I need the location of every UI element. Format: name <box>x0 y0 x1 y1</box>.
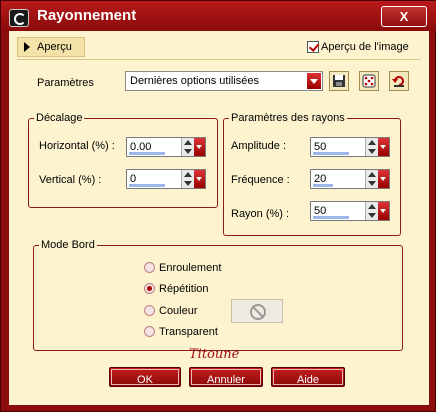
title-bar[interactable]: Rayonnement X <box>1 1 436 31</box>
edge-mode-group-title: Mode Bord <box>39 239 97 251</box>
radio-transparent[interactable] <box>144 326 155 337</box>
vertical-stepper[interactable] <box>181 170 194 188</box>
radio-color[interactable] <box>144 305 155 316</box>
ok-button[interactable]: OK <box>109 367 181 387</box>
radius-label: Rayon (%) : <box>231 208 290 220</box>
chevron-down-icon[interactable] <box>307 73 321 89</box>
vertical-label: Vertical (%) : <box>39 174 102 186</box>
horizontal-dropdown[interactable] <box>194 138 205 156</box>
radius-spinbox[interactable]: 50 <box>310 201 390 221</box>
vertical-spinbox[interactable]: 0 <box>126 169 206 189</box>
frequency-slider-bar <box>313 184 333 187</box>
cancel-button-label: Annuler <box>191 369 261 386</box>
radio-transparent-label[interactable]: Transparent <box>159 326 218 338</box>
radio-color-label[interactable]: Couleur <box>159 305 198 317</box>
frequency-label: Fréquence : <box>231 174 290 186</box>
params-label: Paramètres <box>37 77 94 89</box>
edge-mode-group <box>33 245 403 351</box>
radio-wrap-label[interactable]: Enroulement <box>159 262 221 274</box>
amplitude-spinbox[interactable]: 50 <box>310 137 390 157</box>
save-preset-button[interactable] <box>329 71 349 91</box>
horizontal-spinbox[interactable]: 0.00 <box>126 137 206 157</box>
radio-repeat[interactable] <box>144 283 155 294</box>
color-swatch[interactable] <box>231 299 283 323</box>
ok-button-label: OK <box>111 369 179 386</box>
dialog-window: Rayonnement X Aperçu Aperçu de l'image P… <box>0 0 436 412</box>
vertical-dropdown[interactable] <box>194 170 205 188</box>
save-icon <box>333 75 345 87</box>
amplitude-dropdown[interactable] <box>378 138 389 156</box>
preset-select[interactable]: Dernières options utilisées <box>125 71 323 91</box>
reset-arrow-icon <box>392 76 404 87</box>
amplitude-label: Amplitude : <box>231 140 287 152</box>
cancel-button[interactable]: Annuler <box>189 367 263 387</box>
help-button[interactable]: Aide <box>271 367 345 387</box>
frequency-dropdown[interactable] <box>378 170 389 188</box>
offset-group <box>28 118 218 208</box>
horizontal-label: Horizontal (%) : <box>39 140 115 152</box>
reset-button[interactable] <box>389 71 409 91</box>
offset-group-title: Décalage <box>34 112 85 124</box>
help-button-label: Aide <box>273 369 343 386</box>
horizontal-slider-bar <box>129 152 165 155</box>
radius-stepper[interactable] <box>365 202 378 220</box>
app-icon <box>9 9 29 27</box>
radius-dropdown[interactable] <box>378 202 389 220</box>
expand-arrow-icon <box>24 42 30 52</box>
window-title: Rayonnement <box>37 7 137 24</box>
preview-toggle-button[interactable]: Aperçu <box>17 37 85 57</box>
disabled-circle-icon <box>250 304 266 320</box>
radio-wrap[interactable] <box>144 262 155 273</box>
rays-group-title: Paramètres des rayons <box>229 112 347 124</box>
amplitude-stepper[interactable] <box>365 138 378 156</box>
amplitude-slider-bar <box>313 152 349 155</box>
radius-slider-bar <box>313 216 349 219</box>
preview-checkbox[interactable] <box>307 41 319 53</box>
preview-toggle-label: Aperçu <box>37 41 72 53</box>
vertical-slider-bar <box>129 184 165 187</box>
divider <box>17 59 421 60</box>
preview-checkbox-label: Aperçu de l'image <box>321 41 409 53</box>
frequency-stepper[interactable] <box>365 170 378 188</box>
close-button[interactable]: X <box>381 6 427 27</box>
radio-repeat-label[interactable]: Répétition <box>159 283 209 295</box>
randomize-button[interactable] <box>359 71 379 91</box>
horizontal-stepper[interactable] <box>181 138 194 156</box>
frequency-spinbox[interactable]: 20 <box>310 169 390 189</box>
preset-select-value: Dernières options utilisées <box>130 75 260 87</box>
signature-watermark: Titoune <box>189 347 240 362</box>
dice-icon <box>362 74 376 88</box>
